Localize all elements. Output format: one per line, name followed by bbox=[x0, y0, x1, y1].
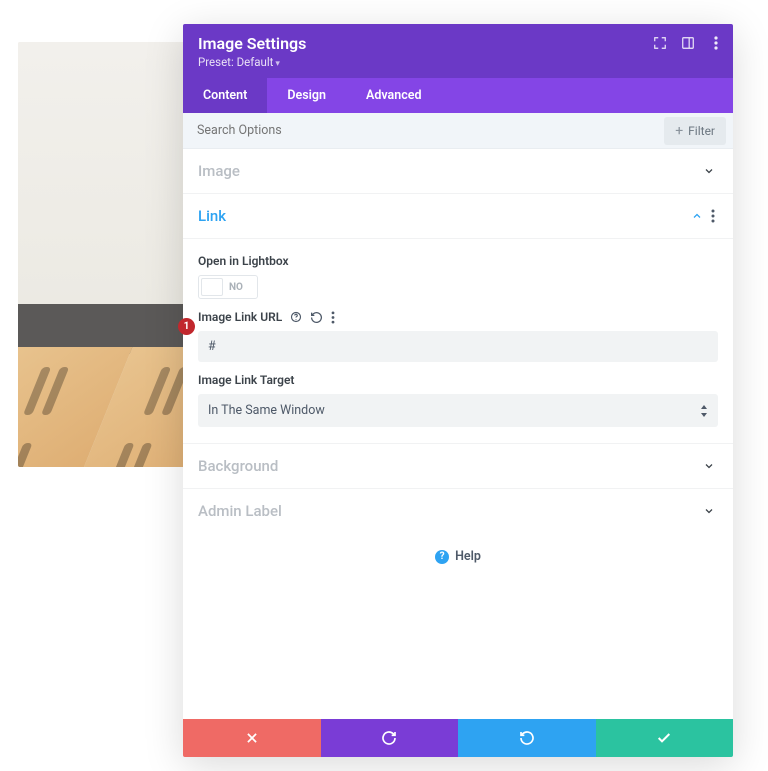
save-button[interactable] bbox=[596, 719, 734, 757]
image-link-url-label: Image Link URL bbox=[198, 310, 718, 324]
section-title-background: Background bbox=[198, 457, 278, 475]
help-link[interactable]: ? Help bbox=[183, 533, 733, 580]
image-link-url-label-text: Image Link URL bbox=[198, 310, 282, 324]
toggle-knob bbox=[201, 278, 223, 296]
section-header-link[interactable]: Link bbox=[183, 194, 733, 239]
section-header-admin-label[interactable]: Admin Label bbox=[183, 489, 733, 533]
filter-button[interactable]: + Filter bbox=[664, 117, 726, 145]
kebab-icon[interactable] bbox=[709, 36, 723, 50]
reset-icon[interactable] bbox=[310, 311, 323, 324]
section-title-image: Image bbox=[198, 162, 240, 180]
tab-content[interactable]: Content bbox=[183, 78, 267, 113]
redo-button[interactable] bbox=[458, 719, 596, 757]
preset-dropdown[interactable]: Preset: Default▾ bbox=[198, 55, 721, 69]
panel-header: Image Settings Preset: Default▾ bbox=[183, 24, 733, 78]
section-kebab-icon[interactable] bbox=[711, 209, 715, 223]
preset-label: Preset: Default bbox=[198, 55, 273, 69]
open-in-lightbox-label: Open in Lightbox bbox=[198, 254, 718, 268]
tab-design[interactable]: Design bbox=[267, 78, 346, 113]
undo-button[interactable] bbox=[321, 719, 459, 757]
field-kebab-icon[interactable] bbox=[331, 311, 335, 324]
section-body-link: Open in Lightbox NO Image Link URL Image… bbox=[183, 239, 733, 444]
toggle-state: NO bbox=[229, 282, 243, 293]
open-in-lightbox-toggle[interactable]: NO bbox=[198, 275, 258, 299]
tabs-bar: Content Design Advanced bbox=[183, 78, 733, 113]
chevron-up-icon bbox=[691, 210, 703, 222]
help-circle-icon: ? bbox=[435, 550, 449, 564]
chevron-down-icon bbox=[703, 505, 715, 517]
image-link-target-select[interactable]: In The Same Window bbox=[198, 394, 718, 427]
image-link-target-label: Image Link Target bbox=[198, 373, 718, 387]
section-header-image[interactable]: Image bbox=[183, 149, 733, 194]
settings-panel: Image Settings Preset: Default▾ Content … bbox=[183, 24, 733, 757]
caret-down-icon: ▾ bbox=[275, 59, 280, 69]
filter-label: Filter bbox=[688, 124, 715, 138]
section-header-background[interactable]: Background bbox=[183, 444, 733, 489]
panel-body: Image Link Open in Lightbox bbox=[183, 149, 733, 719]
chevron-down-icon bbox=[703, 165, 715, 177]
search-input[interactable] bbox=[183, 113, 664, 148]
section-title-link: Link bbox=[198, 207, 226, 225]
layout-icon[interactable] bbox=[681, 36, 695, 50]
help-label: Help bbox=[455, 549, 481, 564]
search-row: + Filter bbox=[183, 113, 733, 149]
plus-icon: + bbox=[675, 124, 683, 138]
tab-advanced[interactable]: Advanced bbox=[346, 78, 442, 113]
expand-icon[interactable] bbox=[653, 36, 667, 50]
panel-title: Image Settings bbox=[198, 34, 721, 53]
section-title-admin-label: Admin Label bbox=[198, 502, 282, 520]
annotation-badge-1: 1 bbox=[178, 318, 195, 335]
help-icon[interactable] bbox=[290, 311, 302, 323]
panel-footer bbox=[183, 719, 733, 757]
chevron-down-icon bbox=[703, 460, 715, 472]
image-link-url-input[interactable] bbox=[198, 331, 718, 362]
cancel-button[interactable] bbox=[183, 719, 321, 757]
